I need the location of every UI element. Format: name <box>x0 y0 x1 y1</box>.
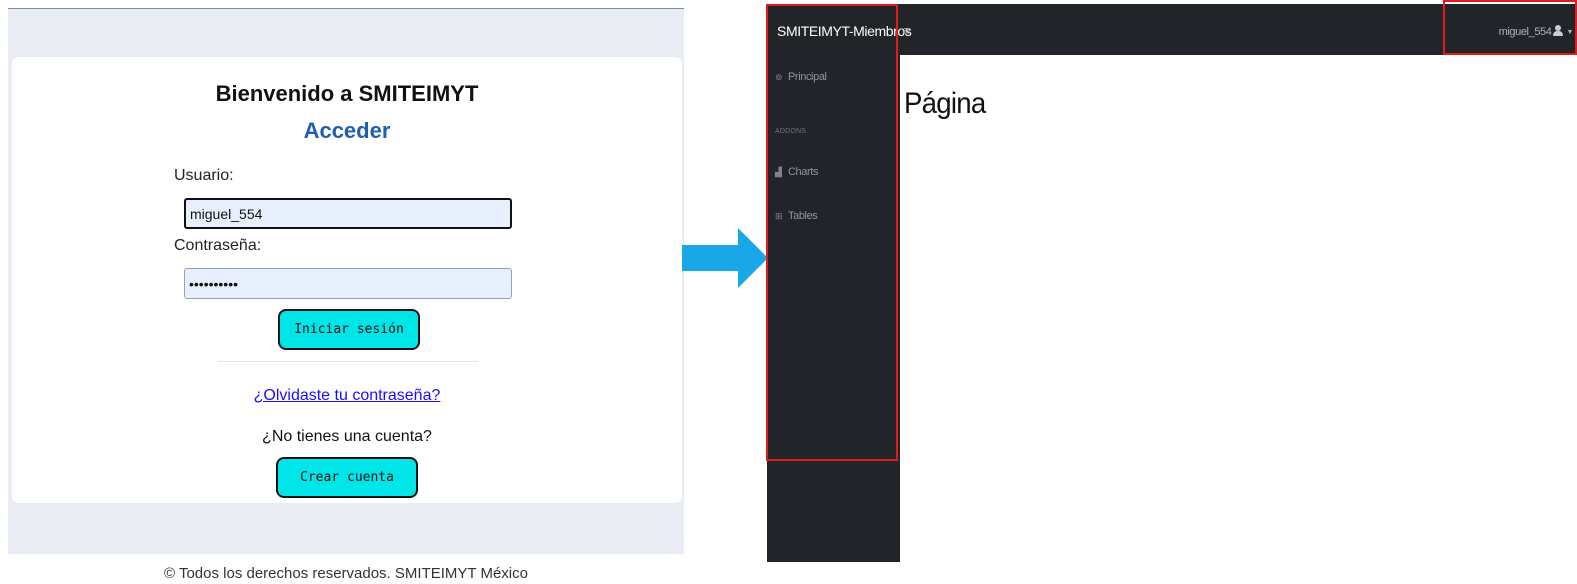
forgot-password-link[interactable]: ¿Olvidaste tu contraseña? <box>12 387 682 405</box>
sidebar-item-tables[interactable]: ⊞ Tables <box>775 210 818 222</box>
user-name: miguel_554 <box>1498 26 1552 38</box>
login-title: Bienvenido a SMITEIMYT <box>215 81 479 106</box>
sidebar: ⊚ Principal ADDONS ▟ Charts ⊞ Tables <box>767 55 900 562</box>
login-screenshot: Bienvenido a SMITEIMYT Acceder Usuario: … <box>8 8 684 554</box>
username-label: Usuario: <box>174 167 234 184</box>
no-account-text: ¿No tienes una cuenta? <box>262 428 432 445</box>
sidebar-item-label: Charts <box>788 166 818 178</box>
login-card: Bienvenido a SMITEIMYT Acceder Usuario: … <box>12 57 682 503</box>
login-button[interactable]: Iniciar sesión <box>278 309 420 350</box>
login-subtitle: Acceder <box>303 118 391 143</box>
password-label: Contraseña: <box>174 237 262 254</box>
sidebar-section-heading: ADDONS <box>775 128 807 135</box>
menu-toggle-icon[interactable]: ≡ <box>903 4 911 55</box>
table-icon: ⊞ <box>775 211 783 221</box>
sidebar-item-label: Tables <box>788 210 818 222</box>
create-account-button[interactable]: Crear cuenta <box>276 457 418 498</box>
user-icon <box>1553 25 1564 36</box>
sidebar-item-charts[interactable]: ▟ Charts <box>775 166 818 178</box>
user-dropdown[interactable]: miguel_554 ▼ <box>1499 4 1573 55</box>
sidebar-item-label: Principal <box>788 71 827 83</box>
dashboard-screenshot: SMITEIMYT-Miembros ≡ miguel_554 ▼ ⊚ Princi… <box>767 4 1577 562</box>
username-input[interactable] <box>184 198 512 229</box>
footer-copyright: © Todos los derechos reservados. SMITEIM… <box>164 565 528 582</box>
password-input[interactable] <box>184 268 512 299</box>
chart-area-icon: ▟ <box>775 167 782 177</box>
top-navbar: SMITEIMYT-Miembros ≡ miguel_554 ▼ <box>767 4 1577 55</box>
dashboard-icon: ⊚ <box>775 72 783 82</box>
page-title: Página <box>904 87 986 120</box>
arrow-right-icon <box>682 228 768 288</box>
divider <box>218 361 478 362</box>
sidebar-item-principal[interactable]: ⊚ Principal <box>775 71 827 83</box>
caret-down-icon: ▼ <box>1566 29 1573 36</box>
navbar-brand[interactable]: SMITEIMYT-Miembros <box>777 4 912 55</box>
